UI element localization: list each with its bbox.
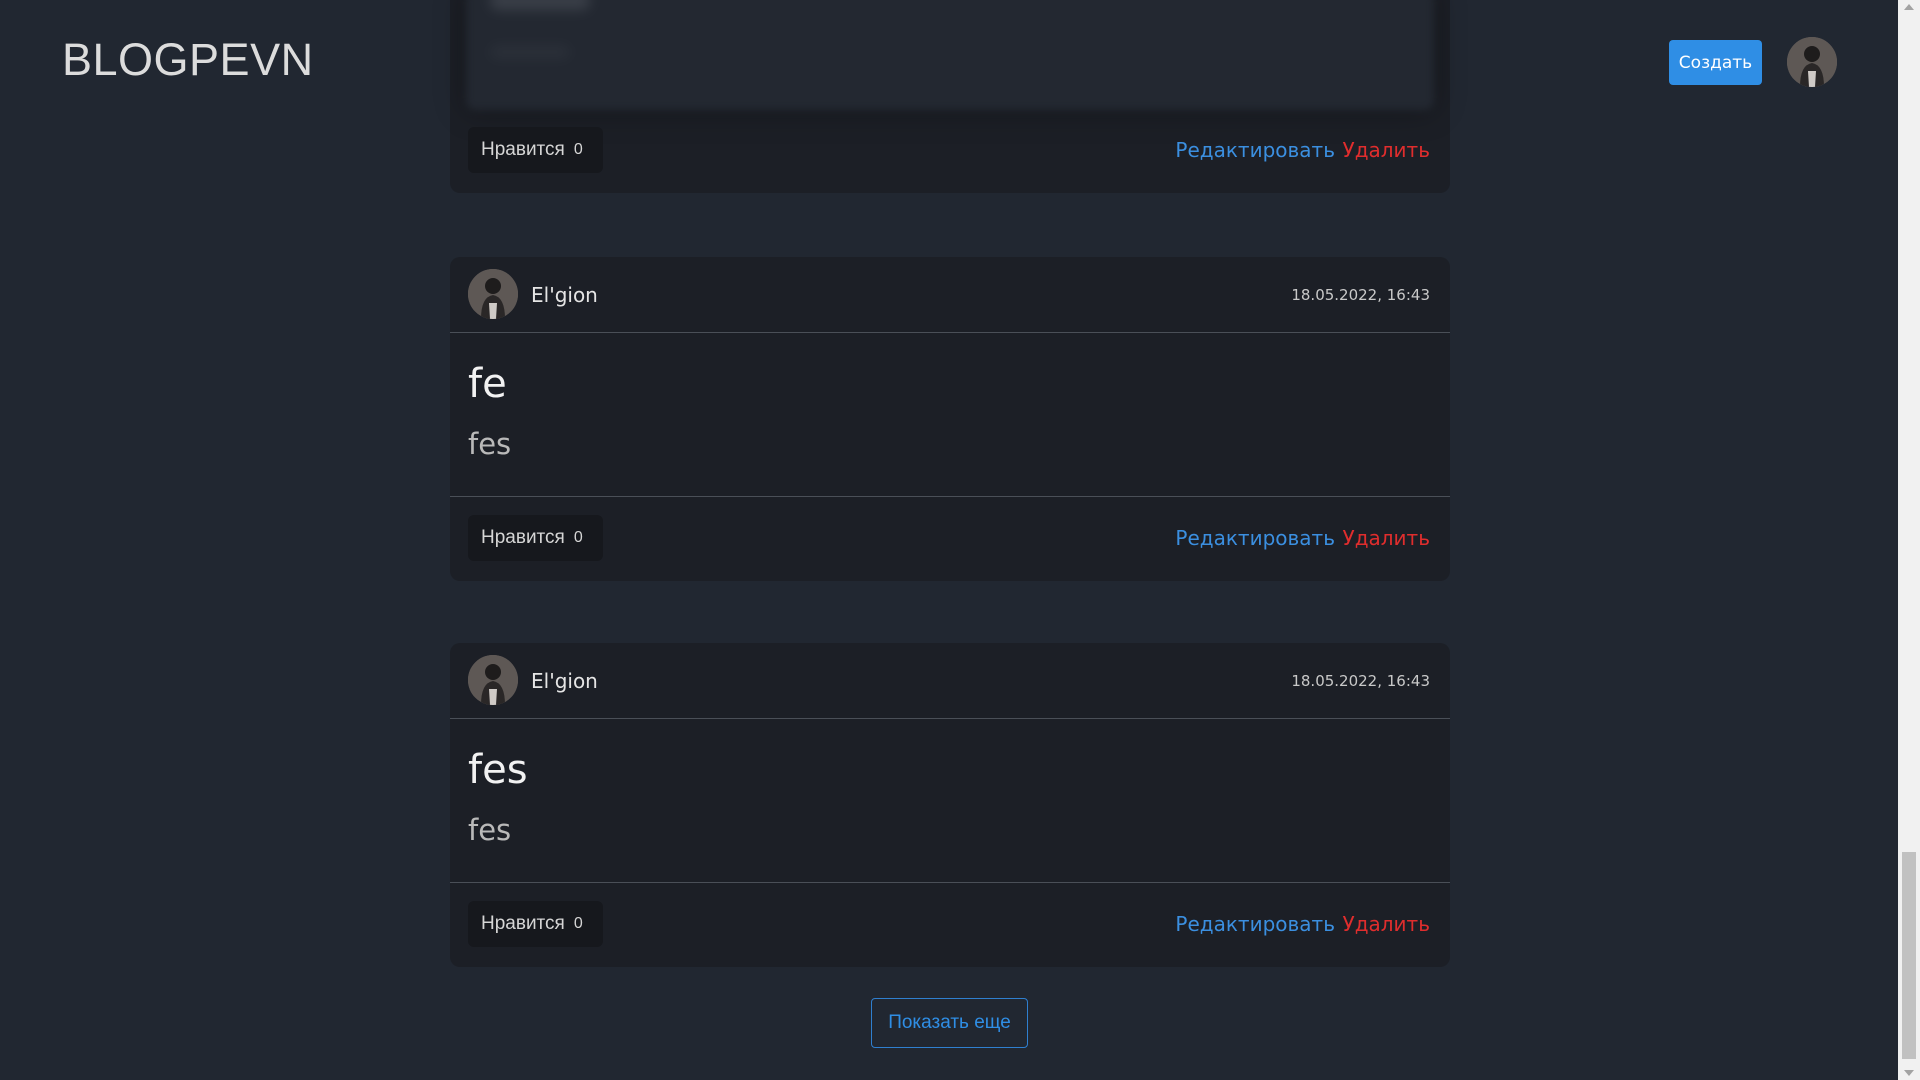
post-title: fe [468, 361, 507, 407]
author-avatar-icon[interactable] [468, 655, 518, 705]
edit-link[interactable]: Редактировать [1175, 912, 1335, 936]
page: BLOGPEVN Создать Нравится 0 Редактироват… [0, 0, 1920, 1080]
post-card: El'gion 18.05.2022, 16:43 fes fes Нравит… [450, 643, 1450, 967]
navbar: BLOGPEVN Создать [0, 0, 1898, 124]
post-body: fes fes [450, 719, 1450, 883]
post-header: El'gion 18.05.2022, 16:43 [450, 257, 1450, 333]
post-date: 18.05.2022, 16:43 [1291, 286, 1430, 304]
post-title: fes [468, 747, 528, 793]
create-post-button[interactable]: Создать [1669, 40, 1762, 85]
brand-logo[interactable]: BLOGPEVN [62, 34, 314, 86]
scroll-up-arrow-icon[interactable] [1904, 4, 1914, 10]
delete-link[interactable]: Удалить [1343, 138, 1431, 162]
delete-link[interactable]: Удалить [1343, 526, 1431, 550]
delete-link[interactable]: Удалить [1343, 912, 1431, 936]
show-more-button[interactable]: Показать еще [871, 998, 1028, 1048]
post-card: El'gion 18.05.2022, 16:43 fe fes Нравитс… [450, 257, 1450, 581]
like-button[interactable]: Нравится 0 [468, 515, 603, 561]
post-text: fes [468, 427, 512, 461]
like-label: Нравится [481, 139, 565, 160]
author-avatar-icon[interactable] [468, 269, 518, 319]
post-footer: Нравится 0 Редактировать Удалить [450, 883, 1450, 967]
post-header: El'gion 18.05.2022, 16:43 [450, 643, 1450, 719]
edit-link[interactable]: Редактировать [1175, 526, 1335, 550]
like-count: 0 [573, 141, 583, 158]
author-name[interactable]: El'gion [531, 669, 598, 693]
like-button[interactable]: Нравится 0 [468, 901, 603, 947]
user-avatar-icon[interactable] [1787, 37, 1837, 87]
like-label: Нравится [481, 527, 565, 548]
edit-link[interactable]: Редактировать [1175, 138, 1335, 162]
post-text: fes [468, 813, 512, 847]
post-footer: Нравится 0 Редактировать Удалить [450, 497, 1450, 581]
scroll-down-arrow-icon[interactable] [1904, 1070, 1914, 1076]
like-button[interactable]: Нравится 0 [468, 127, 603, 173]
post-body: fe fes [450, 333, 1450, 497]
like-count: 0 [573, 529, 583, 546]
author-name[interactable]: El'gion [531, 283, 598, 307]
vertical-scrollbar[interactable] [1898, 0, 1920, 1080]
like-count: 0 [573, 915, 583, 932]
like-label: Нравится [481, 913, 565, 934]
scroll-thumb[interactable] [1902, 852, 1916, 1059]
post-date: 18.05.2022, 16:43 [1291, 672, 1430, 690]
